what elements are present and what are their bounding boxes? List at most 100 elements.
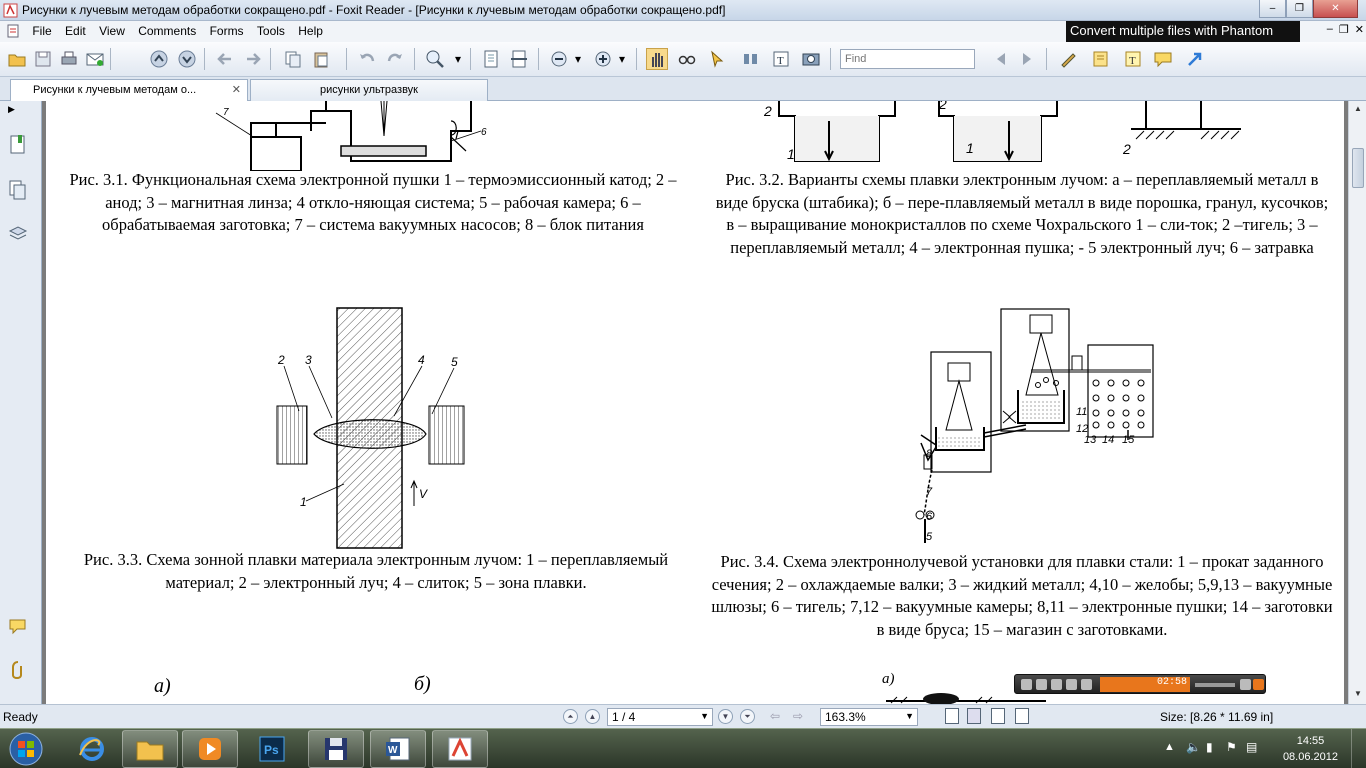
internet-explorer-icon[interactable] [64,730,120,768]
zoom-icon[interactable] [424,48,446,70]
media-next-icon[interactable] [1081,679,1092,690]
select-text-icon[interactable] [676,48,698,70]
doc-minimize-button[interactable]: – [1327,23,1333,36]
menu-view[interactable]: View [94,21,130,41]
open-icon[interactable] [6,48,28,70]
back-icon[interactable] [214,48,236,70]
tab-close-icon[interactable]: ✕ [232,83,241,96]
doc-restore-button[interactable]: ❐ [1339,23,1349,36]
tab-document-1[interactable]: Рисунки к лучевым методам о... ✕ [10,79,248,101]
menu-edit[interactable]: Edit [60,21,91,41]
last-page-icon[interactable]: ⏷ [740,709,755,724]
media-pause-icon[interactable] [1036,679,1047,690]
action-center-icon[interactable]: ⚑ [1226,740,1237,754]
paste-icon[interactable] [310,48,332,70]
next-page-icon[interactable]: ▼ [718,709,733,724]
media-play-icon[interactable] [1021,679,1032,690]
fit-page-icon[interactable] [480,48,502,70]
find-icon[interactable] [740,48,762,70]
scroll-up-arrow-icon[interactable]: ▲ [1352,104,1364,116]
page-number-field[interactable]: 1 / 4 ▼ [607,708,713,726]
save-disk-icon[interactable] [308,730,364,768]
pages-icon[interactable] [8,179,28,201]
menu-help[interactable]: Help [293,21,328,41]
fig34-label: 13 [1084,434,1097,446]
menu-comments[interactable]: Comments [133,21,201,41]
print-icon[interactable] [58,48,80,70]
comments-panel-icon[interactable] [8,616,28,638]
single-page-view-icon[interactable] [945,708,959,724]
media-close-icon[interactable] [1253,679,1264,690]
collapse-arrow-icon[interactable]: ▶ [8,104,28,116]
zoom-in-icon[interactable] [592,48,614,70]
media-player-icon[interactable] [182,730,238,768]
volume-slider[interactable] [1195,683,1235,687]
document-icon[interactable] [6,24,21,38]
note-icon[interactable] [1090,48,1112,70]
menu-tools[interactable]: Tools [252,21,290,41]
facing-view-icon[interactable] [991,708,1005,724]
keyboard-layout-icon[interactable]: ▤ [1246,740,1257,754]
find-next-icon[interactable] [1016,48,1038,70]
scrollbar-thumb[interactable] [1352,148,1364,188]
photoshop-icon[interactable]: Ps [244,730,300,768]
find-input[interactable] [840,49,975,69]
clock[interactable]: 14:55 08.06.2012 [1283,733,1338,765]
sign-icon[interactable] [1058,48,1080,70]
previous-page-icon[interactable]: ▲ [585,709,600,724]
first-page-icon[interactable]: ⏶ [563,709,578,724]
layers-icon[interactable] [8,223,28,245]
show-hidden-icons-icon[interactable]: ▲ [1164,741,1175,753]
continuous-view-icon[interactable] [967,708,981,724]
media-mini-player[interactable]: 02:58 [1014,674,1266,694]
media-menu-icon[interactable] [1240,679,1251,690]
undo-icon[interactable] [356,48,378,70]
volume-icon[interactable]: 🔈 [1186,740,1201,754]
zoom-dropdown-icon[interactable]: ▾ [452,48,464,70]
redo-icon[interactable] [384,48,406,70]
show-desktop-button[interactable] [1351,729,1366,768]
zoom-level-field[interactable]: 163.3% ▼ [820,708,918,726]
typewriter-icon[interactable]: T [770,48,792,70]
zoom-out-dropdown-icon[interactable]: ▾ [572,48,584,70]
scroll-down-arrow-icon[interactable]: ▼ [1352,689,1364,701]
arrow-icon[interactable] [1184,48,1206,70]
vertical-scrollbar[interactable]: ▲ ▼ [1348,101,1366,704]
text-box-icon[interactable]: T [1122,48,1144,70]
scroll-up-icon[interactable] [148,48,170,70]
annotation-select-icon[interactable] [706,48,728,70]
fit-width-icon[interactable] [508,48,530,70]
email-icon[interactable] [84,48,106,70]
snapshot-icon[interactable] [800,48,822,70]
restore-button[interactable]: ❐ [1286,0,1313,18]
previous-view-icon[interactable]: ⇦ [770,709,780,723]
tab-document-2[interactable]: рисунки ультразвук [250,79,488,101]
ad-banner[interactable]: Convert multiple files with Phantom [1066,21,1300,42]
copy-icon[interactable] [282,48,304,70]
zoom-out-icon[interactable] [548,48,570,70]
media-stop-icon[interactable] [1051,679,1062,690]
doc-close-button[interactable]: ✕ [1355,23,1364,36]
next-view-icon[interactable]: ⇨ [793,709,803,723]
find-prev-icon[interactable] [990,48,1012,70]
menu-file[interactable]: File [27,21,56,41]
start-button[interactable] [4,729,48,768]
foxit-reader-icon[interactable] [432,730,488,768]
document-viewport[interactable]: 7 6 Рис. 3.1. Функциональная схема элект… [42,101,1348,704]
forward-icon[interactable] [242,48,264,70]
media-prev-icon[interactable] [1066,679,1077,690]
scroll-down-icon[interactable] [176,48,198,70]
word-icon[interactable]: W [370,730,426,768]
comment-icon[interactable] [1152,48,1174,70]
explorer-icon[interactable] [122,730,178,768]
continuous-facing-view-icon[interactable] [1015,708,1029,724]
zoom-in-dropdown-icon[interactable]: ▾ [616,48,628,70]
attachments-icon[interactable] [8,659,28,681]
hand-tool-icon[interactable] [646,48,668,70]
menu-forms[interactable]: Forms [205,21,249,41]
save-icon[interactable] [32,48,54,70]
close-button[interactable]: ✕ [1313,0,1358,18]
minimize-button[interactable]: – [1259,0,1286,18]
network-icon[interactable]: ▮ [1206,740,1213,754]
bookmarks-icon[interactable] [8,134,28,156]
